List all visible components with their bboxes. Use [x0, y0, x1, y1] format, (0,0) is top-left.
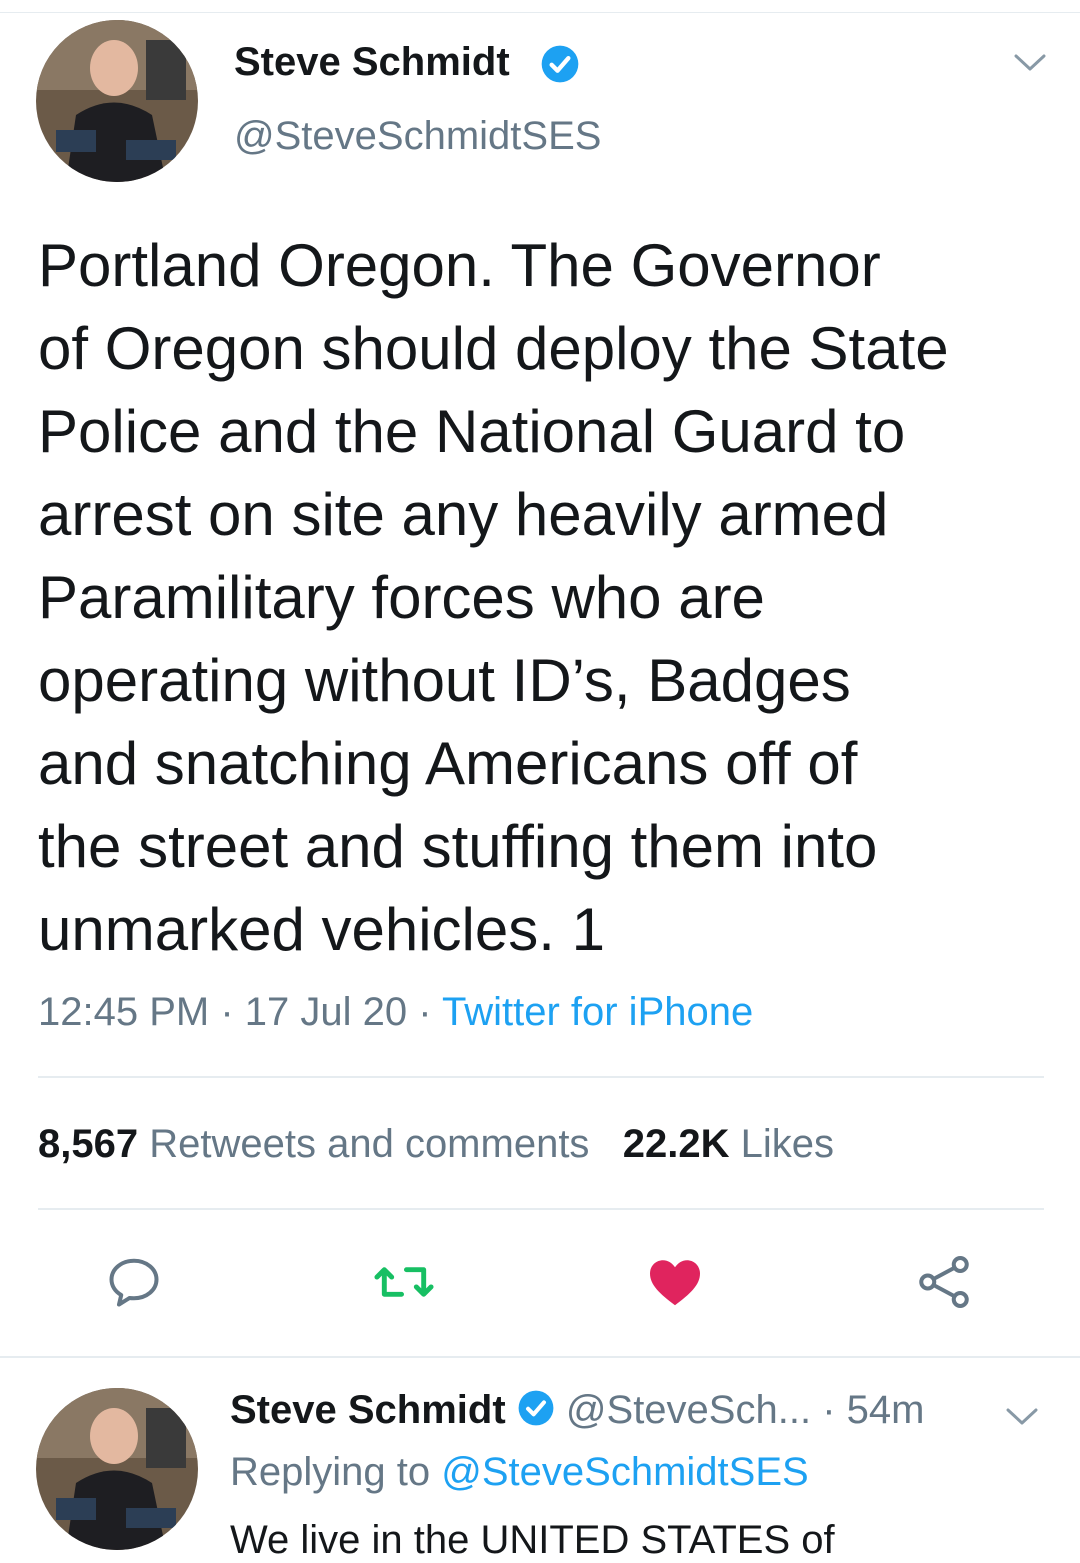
likes-stat[interactable]: 22.2K Likes	[623, 1122, 834, 1166]
reply-icon[interactable]	[104, 1252, 164, 1317]
heart-icon[interactable]	[644, 1252, 706, 1317]
retweets-stat[interactable]: 8,567 Retweets and comments	[38, 1122, 589, 1166]
tweet-source-link[interactable]: Twitter for iPhone	[442, 990, 753, 1034]
author-handle[interactable]: @SteveSchmidtSES	[234, 114, 601, 159]
retweets-count: 8,567	[38, 1122, 139, 1166]
meta-separator: ·	[418, 990, 432, 1034]
tweet-divider	[0, 1356, 1080, 1358]
reply-text: We live in the UNITED STATES of	[230, 1518, 835, 1562]
author-name[interactable]: Steve Schmidt	[234, 40, 510, 85]
tweet-text: Portland Oregon. The Governor of Oregon …	[38, 232, 949, 963]
divider	[38, 1076, 1044, 1078]
reply-author-name[interactable]: Steve Schmidt	[230, 1388, 506, 1432]
likes-label: Likes	[740, 1122, 835, 1166]
tweet-date: 17 Jul 20	[244, 990, 408, 1034]
replying-to: Replying to @SteveSchmidtSES	[230, 1450, 809, 1495]
reply-header: Steve Schmidt @SteveSch... · 54m	[230, 1388, 924, 1437]
tweet-time: 12:45 PM	[38, 990, 210, 1034]
engagement-stats: 8,567 Retweets and comments 22.2K Likes	[38, 1122, 834, 1167]
chevron-down-icon[interactable]	[1004, 1404, 1040, 1433]
likes-count: 22.2K	[622, 1122, 730, 1166]
reply-avatar[interactable]	[36, 1388, 198, 1550]
verified-badge-icon	[517, 1389, 555, 1437]
replying-prefix: Replying to	[230, 1450, 431, 1494]
reply-author-handle[interactable]: @SteveSch...	[566, 1388, 811, 1432]
meta-separator: ·	[220, 990, 234, 1034]
tweet-meta: 12:45 PM · 17 Jul 20 · Twitter for iPhon…	[38, 990, 753, 1035]
divider	[38, 1208, 1044, 1210]
share-icon[interactable]	[914, 1252, 974, 1317]
top-divider	[0, 12, 1080, 13]
avatar[interactable]	[36, 20, 198, 182]
chevron-down-icon[interactable]	[1012, 50, 1048, 79]
retweets-label: Retweets and comments	[149, 1122, 590, 1166]
replying-to-link[interactable]: @SteveSchmidtSES	[441, 1450, 808, 1494]
retweet-icon[interactable]	[372, 1252, 436, 1317]
reply-time: 54m	[846, 1388, 925, 1432]
verified-badge-icon	[540, 44, 580, 89]
reply-time-separator: ·	[822, 1388, 836, 1432]
